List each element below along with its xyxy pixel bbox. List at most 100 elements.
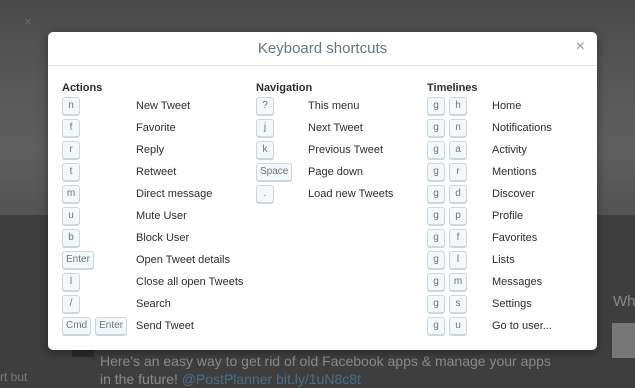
column-actions: Actions n New Tweet f Favorite r Reply t Retwee… <box>62 81 243 339</box>
dialog-title: Keyboard shortcuts <box>257 40 388 57</box>
shortcut-keys: gs <box>427 295 471 313</box>
shortcut-description: Favorites <box>492 232 538 244</box>
shortcut-row: Space Page down <box>256 163 363 185</box>
background-tweet-link: @PostPlanner bit.ly/1uN8c8t <box>181 371 361 387</box>
shortcut-description: Profile <box>492 210 524 222</box>
key-cap: m <box>449 273 467 291</box>
shortcut-description: Notifications <box>492 122 552 134</box>
shortcut-row: ? This menu <box>256 97 359 119</box>
shortcut-keys: m <box>62 185 84 203</box>
column-title: Navigation <box>256 82 313 94</box>
key-cap: a <box>449 141 467 159</box>
shortcut-keys: Enter <box>62 251 98 269</box>
background-close-icon: × <box>24 14 32 29</box>
shortcut-description: Messages <box>492 276 543 288</box>
key-cap: g <box>427 317 445 335</box>
key-cap: g <box>427 141 445 159</box>
key-cap: f <box>62 119 80 137</box>
column-title: Timelines <box>427 82 478 94</box>
shortcut-keys: / <box>62 295 84 313</box>
key-cap: g <box>427 273 445 291</box>
background-tweet-line-1: Here's an easy way to get rid of old Fac… <box>100 353 551 369</box>
shortcut-keys: ga <box>427 141 471 159</box>
shortcut-row: g l Lists <box>427 251 515 273</box>
shortcut-description: This menu <box>308 100 360 112</box>
key-cap: g <box>427 251 445 269</box>
shortcut-list: g h Home g n Notifications g a Activity g r Mention… <box>427 97 552 339</box>
shortcut-description: Page down <box>308 166 364 178</box>
key-cap: j <box>256 119 274 137</box>
shortcut-keys: f <box>62 119 84 137</box>
keyboard-shortcuts-dialog: Keyboard shortcuts × Actions n New Tweet f… <box>48 32 597 350</box>
shortcut-keys: gf <box>427 229 471 247</box>
shortcut-row: g h Home <box>427 97 521 119</box>
shortcut-keys: gl <box>427 251 471 269</box>
shortcut-keys: gd <box>427 185 471 203</box>
shortcut-list: n New Tweet f Favorite r Reply t Retweet m Direct… <box>62 97 243 339</box>
shortcut-description: Activity <box>492 144 527 156</box>
key-cap: g <box>427 207 445 225</box>
key-cap: h <box>449 97 467 115</box>
shortcut-row: n New Tweet <box>62 97 190 119</box>
key-cap: . <box>256 185 274 203</box>
dialog-header: Keyboard shortcuts × <box>48 32 597 66</box>
shortcut-row: Enter Open Tweet details <box>62 251 230 273</box>
key-cap: g <box>427 229 445 247</box>
column-timelines: Timelines g h Home g n Notifications g a Activit… <box>427 81 552 339</box>
shortcut-description: Close all open Tweets <box>136 276 244 288</box>
shortcut-keys: b <box>62 229 84 247</box>
shortcut-keys: Cmd Enter <box>62 317 131 335</box>
column-navigation: Navigation ? This menu j Next Tweet k Previou… <box>256 81 393 207</box>
shortcut-description: Retweet <box>136 166 177 178</box>
shortcut-row: g d Discover <box>427 185 535 207</box>
shortcut-row: / Search <box>62 295 171 317</box>
column-title: Actions <box>62 82 103 94</box>
key-cap: b <box>62 229 80 247</box>
shortcut-keys: k <box>256 141 278 159</box>
shortcut-keys: gu <box>427 317 471 335</box>
shortcut-description: Direct message <box>136 188 213 200</box>
shortcut-description: Previous Tweet <box>308 144 384 156</box>
shortcut-description: Reply <box>136 144 165 156</box>
key-cap: Enter <box>95 317 128 335</box>
shortcut-description: Settings <box>492 298 532 310</box>
shortcut-keys: t <box>62 163 84 181</box>
key-cap: r <box>62 141 80 159</box>
key-cap: Space <box>256 163 293 181</box>
shortcut-description: Search <box>136 298 171 310</box>
shortcut-row: g f Favorites <box>427 229 537 251</box>
background-right-text: Wh <box>613 293 635 310</box>
shortcut-list: ? This menu j Next Tweet k Previous Tweet Spac… <box>256 97 393 207</box>
background-right-avatar <box>612 323 635 358</box>
shortcut-description: Lists <box>492 254 515 266</box>
shortcut-description: Discover <box>492 188 535 200</box>
shortcut-row: u Mute User <box>62 207 187 229</box>
key-cap: t <box>62 163 80 181</box>
shortcut-keys: gr <box>427 163 471 181</box>
shortcut-keys: gp <box>427 207 471 225</box>
key-cap: s <box>449 295 467 313</box>
key-cap: g <box>427 119 445 137</box>
shortcut-keys: ? <box>256 97 278 115</box>
shortcut-description: Send Tweet <box>136 320 194 332</box>
shortcut-description: Mute User <box>136 210 187 222</box>
key-cap: f <box>449 229 467 247</box>
shortcut-row: b Block User <box>62 229 189 251</box>
shortcut-keys: l <box>62 273 84 291</box>
shortcut-keys: . <box>256 185 278 203</box>
key-cap: r <box>449 163 467 181</box>
background-tweet-text: Here's an easy way to get rid of old Fac… <box>100 352 600 388</box>
shortcut-description: Home <box>492 100 522 112</box>
shortcut-row: g s Settings <box>427 295 532 317</box>
key-cap: n <box>62 97 80 115</box>
key-cap: d <box>449 185 467 203</box>
shortcut-row: g p Profile <box>427 207 523 229</box>
key-cap: g <box>427 163 445 181</box>
shortcut-description: Go to user... <box>492 320 552 332</box>
shortcut-row: j Next Tweet <box>256 119 363 141</box>
shortcut-row: g n Notifications <box>427 119 552 141</box>
shortcut-keys: n <box>62 97 84 115</box>
key-cap: k <box>256 141 274 159</box>
shortcut-row: f Favorite <box>62 119 176 141</box>
close-icon[interactable]: × <box>576 38 585 56</box>
